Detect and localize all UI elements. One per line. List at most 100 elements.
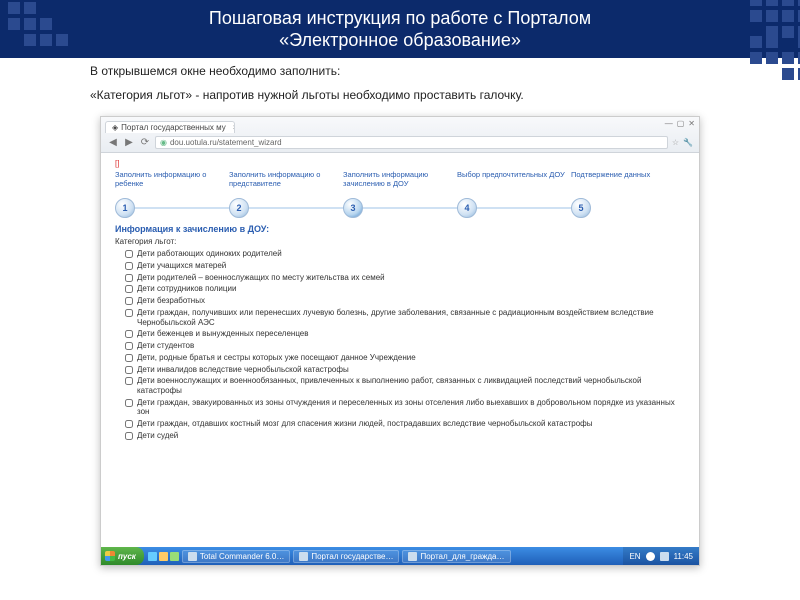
benefit-checkbox-row[interactable]: Дети сотрудников полиции: [125, 284, 685, 294]
taskbar-app-icon: [408, 552, 417, 561]
benefit-checkbox[interactable]: [125, 309, 133, 317]
wizard-step-label: Заполнить информацию о представителе: [229, 171, 343, 195]
wizard-step[interactable]: Подтвержение данных5: [571, 171, 685, 218]
window-max-icon[interactable]: ▢: [677, 119, 685, 128]
taskbar-app-icon: [188, 552, 197, 561]
taskbar-app-button[interactable]: Портал_для_гражда…: [402, 550, 510, 563]
wizard-step-bubble[interactable]: 5: [571, 198, 591, 218]
url-text: dou.uotula.ru/statement_wizard: [170, 138, 282, 147]
benefit-label: Дети студентов: [137, 341, 194, 351]
globe-icon: ◉: [160, 138, 167, 147]
benefit-checkbox[interactable]: [125, 250, 133, 258]
benefit-checkbox-row[interactable]: Дети учащихся матерей: [125, 261, 685, 271]
wizard-step[interactable]: Заполнить информацию о представителе 2: [229, 171, 343, 218]
benefit-checkbox-row[interactable]: Дети граждан, эвакуированных из зоны отч…: [125, 398, 685, 417]
wizard-step-label: Выбор предпочтительных ДОУ: [457, 171, 571, 195]
benefit-checkbox[interactable]: [125, 366, 133, 374]
wizard-step-bubble[interactable]: 3: [343, 198, 363, 218]
bookmark-star-icon[interactable]: ☆: [672, 138, 679, 147]
quicklaunch-icon[interactable]: [159, 552, 168, 561]
taskbar-app-icon: [299, 552, 308, 561]
benefit-label: Дети, родные братья и сестры которых уже…: [137, 353, 416, 363]
wizard-step-bubble[interactable]: 1: [115, 198, 135, 218]
start-label: пуск: [118, 552, 136, 561]
benefit-checkbox[interactable]: [125, 330, 133, 338]
url-input[interactable]: ◉ dou.uotula.ru/statement_wizard: [155, 136, 668, 149]
nav-back-icon[interactable]: ◀: [107, 137, 119, 149]
benefit-checkbox[interactable]: [125, 274, 133, 282]
taskbar-app-label: Портал_для_гражда…: [420, 552, 504, 561]
benefit-checkbox[interactable]: [125, 297, 133, 305]
nav-reload-icon[interactable]: ⟳: [139, 137, 151, 149]
window-min-icon[interactable]: —: [665, 119, 673, 128]
benefit-checkbox[interactable]: [125, 377, 133, 385]
wizard-step-connector: [247, 207, 345, 209]
settings-wrench-icon[interactable]: 🔧: [683, 138, 693, 147]
taskbar-app-button[interactable]: Total Commander 6.0…: [182, 550, 290, 563]
instruction-line-1: В открывшемся окне необходимо заполнить:: [90, 64, 710, 78]
benefit-label: Дети граждан, отдавших костный мозг для …: [137, 419, 593, 429]
nav-forward-icon[interactable]: ▶: [123, 137, 135, 149]
windows-logo-icon: [105, 551, 115, 561]
wizard-step-bubble[interactable]: 2: [229, 198, 249, 218]
decor-squares-right-bottom: [750, 36, 800, 80]
benefit-label: Дети родителей – военнослужащих по месту…: [137, 273, 385, 283]
benefit-checkbox-row[interactable]: Дети работающих одиноких родителей: [125, 249, 685, 259]
wizard-step[interactable]: Заполнить информацию о ребенке1: [115, 171, 229, 218]
benefit-checkbox-row[interactable]: Дети инвалидов вследствие чернобыльской …: [125, 365, 685, 375]
benefit-checkbox[interactable]: [125, 342, 133, 350]
benefit-label: Дети работающих одиноких родителей: [137, 249, 282, 259]
benefit-label: Дети беженцев и вынужденных переселенцев: [137, 329, 309, 339]
benefit-label: Дети учащихся матерей: [137, 261, 226, 271]
benefit-label: Дети судей: [137, 431, 178, 441]
page-content: [] Заполнить информацию о ребенке1Заполн…: [101, 153, 699, 549]
benefit-checkbox-row[interactable]: Дети студентов: [125, 341, 685, 351]
benefit-checkbox-row[interactable]: Дети безработных: [125, 296, 685, 306]
tab-favicon-icon: ◈: [112, 123, 118, 132]
benefit-checkbox-row[interactable]: Дети беженцев и вынужденных переселенцев: [125, 329, 685, 339]
decor-squares-left: [8, 2, 68, 46]
tray-icon[interactable]: [646, 552, 655, 561]
benefit-checkbox-row[interactable]: Дети судей: [125, 431, 685, 441]
benefit-checkbox-row[interactable]: Дети, родные братья и сестры которых уже…: [125, 353, 685, 363]
window-close-icon[interactable]: ✕: [688, 119, 695, 128]
slide-title: Пошаговая инструкция по работе с Портало…: [209, 7, 591, 52]
browser-tab[interactable]: ◈ Портал государственных му ×: [105, 121, 235, 133]
tray-volume-icon[interactable]: [660, 552, 669, 561]
browser-addressbar: ◀ ▶ ⟳ ◉ dou.uotula.ru/statement_wizard ☆…: [101, 133, 699, 152]
wizard-step-bubble[interactable]: 4: [457, 198, 477, 218]
quicklaunch-icon[interactable]: [148, 552, 157, 561]
instruction-line-2: «Категория льгот» - напротив нужной льго…: [90, 88, 710, 102]
benefit-checkbox-row[interactable]: Дети граждан, отдавших костный мозг для …: [125, 419, 685, 429]
wizard-step-label: Заполнить информацию зачислению в ДОУ: [343, 171, 457, 195]
checkbox-list: Дети работающих одиноких родителей Дети у…: [115, 249, 685, 441]
breadcrumb-brackets: []: [115, 159, 685, 168]
benefit-checkbox[interactable]: [125, 432, 133, 440]
wizard-step-connector: [133, 207, 231, 209]
tab-close-icon[interactable]: ×: [233, 123, 235, 132]
benefit-checkbox[interactable]: [125, 285, 133, 293]
benefit-label: Дети инвалидов вследствие чернобыльской …: [137, 365, 349, 375]
tab-title: Портал государственных му: [121, 123, 226, 132]
quicklaunch-icon[interactable]: [170, 552, 179, 561]
benefit-checkbox-row[interactable]: Дети военнослужащих и военнообязанных, п…: [125, 376, 685, 395]
field-label-category: Категория льгот:: [115, 237, 685, 246]
tray-lang[interactable]: EN: [629, 552, 640, 561]
start-button[interactable]: пуск: [101, 547, 144, 565]
benefit-checkbox[interactable]: [125, 262, 133, 270]
taskbar-app-label: Портал государстве…: [311, 552, 393, 561]
wizard-step[interactable]: Заполнить информацию зачислению в ДОУ 3: [343, 171, 457, 218]
benefit-label: Дети сотрудников полиции: [137, 284, 236, 294]
benefit-label: Дети граждан, получивших или перенесших …: [137, 308, 685, 327]
benefit-checkbox-row[interactable]: Дети родителей – военнослужащих по месту…: [125, 273, 685, 283]
instruction-block: В открывшемся окне необходимо заполнить:…: [0, 58, 800, 116]
decor-squares-right-top: [750, 0, 800, 38]
tray-clock[interactable]: 11:45: [674, 552, 693, 561]
benefit-checkbox[interactable]: [125, 420, 133, 428]
taskbar-app-button[interactable]: Портал государстве…: [293, 550, 399, 563]
benefit-label: Дети граждан, эвакуированных из зоны отч…: [137, 398, 685, 417]
benefit-checkbox-row[interactable]: Дети граждан, получивших или перенесших …: [125, 308, 685, 327]
wizard-step[interactable]: Выбор предпочтительных ДОУ 4: [457, 171, 571, 218]
benefit-checkbox[interactable]: [125, 354, 133, 362]
benefit-checkbox[interactable]: [125, 399, 133, 407]
